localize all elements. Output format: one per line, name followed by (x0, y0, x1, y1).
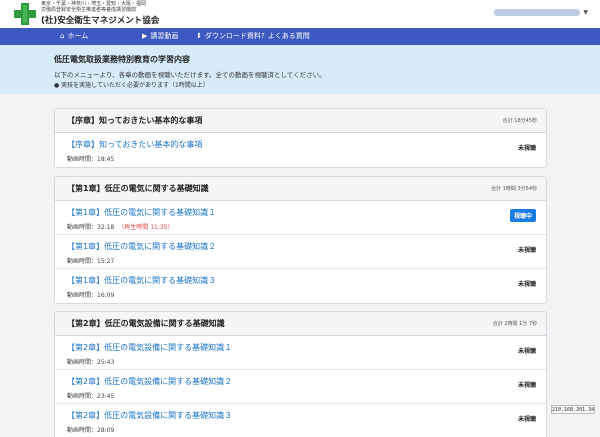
video-duration: 動画時間：28:09 (67, 427, 115, 434)
bullet-icon: ● (54, 82, 60, 89)
nav-item-label: ダウンロード資料 (204, 32, 261, 40)
video-duration: 動画時間：15:27 (67, 258, 115, 265)
nav-item-home[interactable]: ⌂ ホーム (60, 28, 88, 45)
nav-item-videos[interactable]: ▶ 講習動画 (142, 28, 178, 45)
section-title: 【第2章】低圧の電気設備に関する基礎知識 (67, 319, 225, 328)
video-link[interactable]: 【第2章】低圧の電気設備に関する基礎知識１ (67, 342, 232, 353)
download-icon: ⬇ (196, 32, 202, 40)
video-duration-text: 動画時間：32:18 (67, 224, 115, 231)
video-duration: 動画時間：16:09 (67, 292, 115, 299)
info-text: 以下のメニューより、各章の動画を視聴いただけます。全ての動画を視聴済としてくださ… (54, 71, 326, 79)
nav-item-label: よくある質問 (267, 32, 310, 40)
nav-item-downloads[interactable]: ⬇ ダウンロード資料 (196, 28, 261, 45)
section-total: 合計 18分45秒 (502, 118, 537, 124)
video-row: 【第1章】低圧の電気に関する基礎知識２ 動画時間：15:27 未視聴 (55, 235, 546, 269)
status-badge: 未視聴 (517, 247, 536, 254)
video-row: 【第1章】低圧の電気に関する基礎知識１ 動画時間：32:18 （再生時間 11:3… (55, 201, 546, 235)
status-badge: 未視聴 (517, 281, 536, 288)
section-total: 合計 1時間 3分54秒 (491, 186, 537, 192)
video-duration: 動画時間：25:43 (67, 359, 115, 366)
chevron-down-icon[interactable]: ▼ (583, 9, 588, 16)
video-link[interactable]: 【第1章】低圧の電気に関する基礎知識２ (67, 241, 216, 252)
status-badge: 未視聴 (517, 416, 536, 423)
section-chapter-1: 【第1章】低圧の電気に関する基礎知識 合計 1時間 3分54秒 【第1章】低圧の… (54, 176, 547, 304)
video-link[interactable]: 【第2章】低圧の電気設備に関する基礎知識２ (67, 376, 232, 387)
question-icon: ? (261, 32, 265, 40)
info-note: ● 実技を実施していただく必要があります（1時間以上） (54, 80, 209, 89)
section-chapter-2: 【第2章】低圧の電気設備に関する基礎知識 合計 2時間 1分 7秒 【第2章】低… (54, 311, 547, 437)
resume-position: （再生時間 11:35） (118, 224, 174, 231)
user-menu[interactable] (494, 9, 580, 16)
status-badge: 未視聴 (517, 382, 536, 389)
video-link[interactable]: 【序章】知っておきたい基本的な事項 (67, 139, 202, 150)
video-row: 【序章】知っておきたい基本的な事項 動画時間：18:45 未視聴 (55, 133, 546, 167)
video-link[interactable]: 【第1章】低圧の電気に関する基礎知識１ (67, 207, 216, 218)
section-header: 【第1章】低圧の電気に関する基礎知識 合計 1時間 3分54秒 (55, 177, 546, 201)
site-header: 東京・千葉・神奈川・埼玉・愛知・大阪・福岡 労働局登録安全衛生推進者等養成講習機… (0, 0, 600, 28)
main-nav: ⌂ ホーム ▶ 講習動画 ⬇ ダウンロード資料 ? よくある質問 (0, 28, 600, 45)
video-row: 【第2章】低圧の電気設備に関する基礎知識１ 動画時間：25:43 未視聴 (55, 336, 546, 370)
info-banner: 低圧電気取扱業務特別教育の学習内容 以下のメニューより、各章の動画を視聴いただけ… (0, 45, 600, 94)
org-description: 労働局登録安全衛生推進者等養成講習機関 (41, 7, 137, 13)
video-duration: 動画時間：32:18 （再生時間 11:35） (67, 222, 174, 231)
page-title: 低圧電気取扱業務特別教育の学習内容 (54, 55, 190, 64)
status-badge-watching: 視聴中 (509, 209, 536, 222)
nav-item-faq[interactable]: ? よくある質問 (261, 28, 310, 45)
video-row: 【第1章】低圧の電気に関する基礎知識３ 動画時間：16:09 未視聴 (55, 269, 546, 303)
video-link[interactable]: 【第1章】低圧の電気に関する基礎知識３ (67, 275, 216, 286)
section-title: 【序章】知っておきたい基本的な事項 (67, 116, 203, 125)
section-header: 【序章】知っておきたい基本的な事項 合計 18分45秒 (55, 109, 546, 133)
video-row: 【第2章】低圧の電気設備に関する基礎知識２ 動画時間：23:45 未視聴 (55, 370, 546, 404)
home-icon: ⌂ (60, 32, 65, 40)
section-total: 合計 2時間 1分 7秒 (492, 321, 537, 327)
video-icon: ▶ (142, 32, 148, 40)
section-header: 【第2章】低圧の電気設備に関する基礎知識 合計 2時間 1分 7秒 (55, 312, 546, 336)
nav-item-label: ホーム (67, 32, 89, 40)
org-info: 東京・千葉・神奈川・埼玉・愛知・大阪・福岡 労働局登録安全衛生推進者等養成講習機… (41, 1, 146, 13)
section-title: 【第1章】低圧の電気に関する基礎知識 (67, 184, 209, 193)
video-link[interactable]: 【第2章】低圧の電気設備に関する基礎知識３ (67, 410, 232, 421)
ip-address-badge: 210.168.201.34 (551, 405, 595, 414)
status-badge: 未視聴 (517, 348, 536, 355)
video-duration: 動画時間：23:45 (67, 393, 115, 400)
nav-item-label: 講習動画 (150, 32, 179, 40)
green-cross-logo-icon[interactable] (13, 2, 37, 26)
status-badge: 未視聴 (517, 145, 536, 152)
video-duration: 動画時間：18:45 (67, 156, 115, 163)
org-name: (社)安全衛生マネジメント協会 (41, 16, 160, 26)
section-prologue: 【序章】知っておきたい基本的な事項 合計 18分45秒 【序章】知っておきたい基… (54, 108, 547, 168)
video-row: 【第2章】低圧の電気設備に関する基礎知識３ 動画時間：28:09 未視聴 (55, 404, 546, 437)
info-note-text: 実技を実施していただく必要があります（1時間以上） (61, 82, 209, 89)
